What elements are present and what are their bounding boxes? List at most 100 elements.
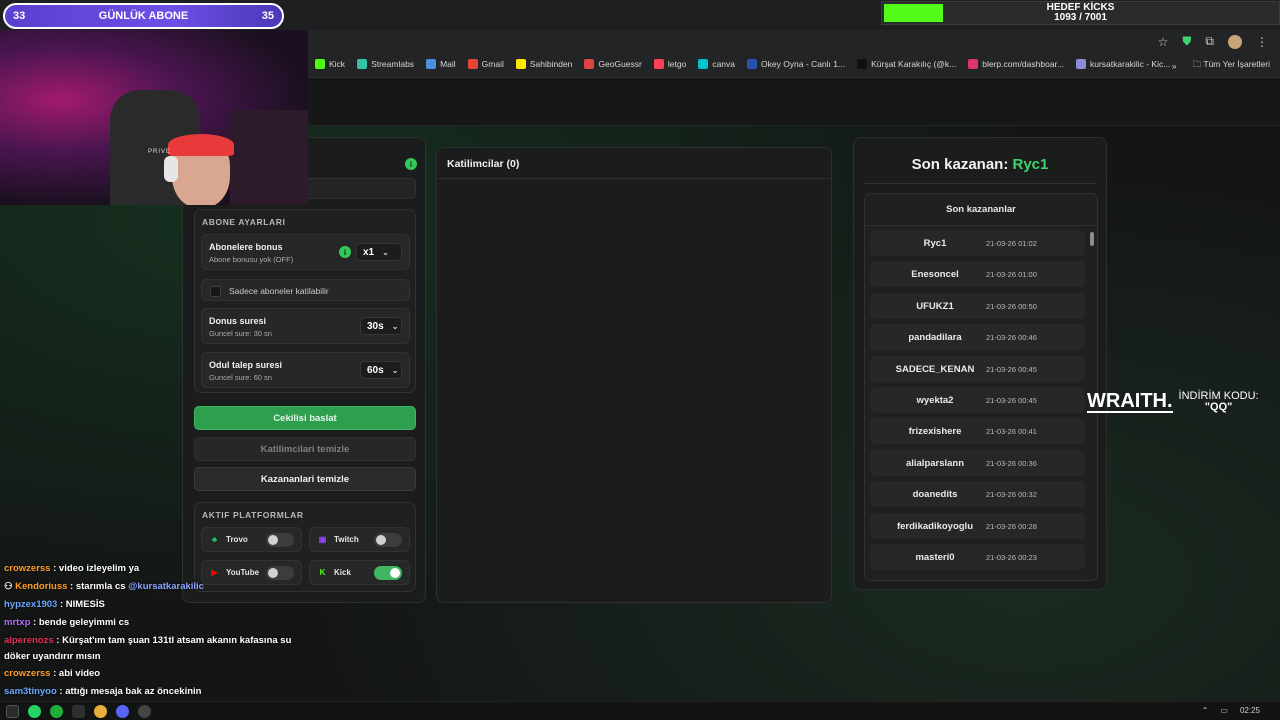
sub-bonus-select[interactable]: x1 ⌄: [356, 243, 402, 261]
bonus-time-title: Donus suresi: [209, 316, 267, 326]
toggle-knob: [268, 535, 278, 545]
chat-message: ⚇ Kendoriuss : starımla cs @kursatkaraki…: [4, 581, 204, 592]
sub-bonus-title: Abonelere bonus: [209, 242, 283, 252]
clear-winners-button[interactable]: Kazananlari temizle: [194, 467, 416, 491]
bookmark-item[interactable]: Kick: [315, 59, 345, 69]
recent-winners-list: Son kazananlar Ryc1 21-03-26 01:02 Enesonc…: [864, 193, 1098, 581]
bonus-time-select[interactable]: 30s ⌄: [360, 317, 402, 335]
settings-panel: i ABONE AYARLARI Abonelere bonus Abone b…: [182, 137, 426, 603]
explorer-icon[interactable]: [6, 705, 19, 718]
system-tray: ⌃ ▭ 02:25: [1202, 706, 1260, 715]
sponsor-overlay: WRAITH. İNDİRİM KODU: "QQ": [1087, 391, 1259, 413]
platform-toggle[interactable]: [374, 533, 402, 547]
chat-message: mrtxp : bende geleyimmi cs: [4, 617, 129, 628]
start-giveaway-button[interactable]: Cekilisi baslat: [194, 406, 416, 430]
participants-title: Katilimcilar (0): [447, 158, 520, 170]
winner-date: 21-03-26 00:46: [986, 333, 1037, 343]
profile-avatar[interactable]: [1228, 34, 1242, 49]
bookmark-item[interactable]: letgo: [653, 59, 686, 69]
platform-youtube: ▶ YouTube: [201, 560, 302, 585]
blerp-icon: [968, 59, 979, 69]
clear-participants-button[interactable]: Katilimcilari temizle: [194, 437, 416, 461]
steam-icon[interactable]: [72, 705, 85, 718]
winner-name: UFUKZ1: [916, 300, 954, 312]
winner-row: doanedits 21-03-26 00:32: [870, 481, 1085, 508]
bookmark-item[interactable]: blerp.com/dashboar...: [968, 59, 1064, 69]
taskbar-icons: [6, 705, 151, 718]
okey-icon: [747, 59, 757, 69]
platforms-section: AKTIF PLATFORMLAR ♣ Trovo ▣ Twitch ▶ YouTube K…: [194, 502, 416, 592]
platform-kick: K Kick: [309, 560, 410, 585]
sub-goal-target: 35: [261, 10, 274, 22]
winner-name: SADECE_KENAN: [895, 363, 975, 375]
winner-row: frizexishere 21-03-26 00:41: [870, 418, 1085, 445]
bookmark-item[interactable]: kursatkarakilic - Kic...: [1076, 59, 1170, 69]
chat-username: sam3tinyoo: [4, 686, 57, 697]
chat-message: crowzerss : video izleyelim ya: [4, 563, 139, 574]
bookmark-label: canva: [712, 59, 735, 69]
chat-username: crowzerss: [4, 563, 51, 574]
star-icon[interactable]: ☆: [1158, 35, 1169, 49]
winner-name: alialparslann: [905, 457, 965, 469]
bookmarks-overflow-icon[interactable]: »: [1172, 61, 1177, 71]
clock[interactable]: 02:25: [1240, 706, 1260, 715]
divider: [437, 178, 831, 179]
winners-panel: Son kazanan: Ryc1 Son kazananlar Ryc1 21-…: [853, 137, 1107, 590]
bookmarks-right: » 🗀 Tüm Yer İşaretleri: [1172, 59, 1270, 73]
platforms-title: AKTIF PLATFORMLAR: [202, 510, 304, 520]
webcam-feed: PRIVE: [0, 30, 308, 205]
winner-row: UFUKZ1 21-03-26 00:50: [870, 292, 1085, 319]
browser-menu-icon[interactable]: ⋮: [1256, 35, 1268, 49]
whatsapp-icon[interactable]: [50, 705, 63, 718]
winner-date: 21-03-26 01:00: [986, 270, 1037, 280]
only-subs-row[interactable]: Sadece aboneler katilabilir: [201, 279, 410, 301]
winner-row: alialparslann 21-03-26 00:36: [870, 449, 1085, 476]
bookmark-item[interactable]: Gmail: [467, 59, 504, 69]
kicks-goal-text: HEDEF KİCKS 1093 / 7001: [882, 3, 1279, 23]
all-bookmarks-folder[interactable]: 🗀 Tüm Yer İşaretleri: [1193, 59, 1270, 73]
bookmark-item[interactable]: canva: [698, 59, 735, 69]
giveaway-app: i ABONE AYARLARI Abonelere bonus Abone b…: [182, 137, 1108, 607]
platform-toggle[interactable]: [266, 533, 294, 547]
winner-row: pandadilara 21-03-26 00:46: [870, 324, 1085, 351]
kicks-goal-value: 1093 / 7001: [1054, 12, 1107, 23]
bonus-info-icon[interactable]: i: [339, 246, 351, 258]
kick-globe-icon: [1076, 59, 1086, 69]
platform-name: Kick: [334, 568, 351, 577]
canva-icon: [698, 59, 709, 69]
all-bookmarks-label: Tüm Yer İşaretleri: [1203, 59, 1270, 69]
streamlabs-icon: [357, 59, 368, 69]
claim-time-select[interactable]: 60s ⌄: [360, 361, 402, 379]
divider: [865, 225, 1097, 226]
bookmark-item[interactable]: GeoGuessr: [584, 59, 642, 69]
sub-bonus-row: Abonelere bonus Abone bonusu yok (OFF) i…: [201, 234, 410, 270]
spotify-icon[interactable]: [28, 705, 41, 718]
twitch-icon: ▣: [318, 535, 327, 544]
tray-chevron-icon[interactable]: ⌃: [1202, 706, 1209, 715]
last-winner-heading: Son kazanan: Ryc1: [854, 156, 1106, 173]
platform-trovo: ♣ Trovo: [201, 527, 302, 552]
chat-text: : starımla cs: [67, 581, 129, 592]
only-subs-checkbox[interactable]: [210, 286, 221, 297]
info-icon[interactable]: i: [405, 158, 417, 170]
winner-date: 21-03-26 00:45: [986, 364, 1037, 374]
network-icon[interactable]: ▭: [1220, 706, 1228, 715]
platform-toggle[interactable]: [374, 566, 402, 580]
bookmark-item[interactable]: Streamlabs: [357, 59, 414, 69]
obs-icon[interactable]: [138, 705, 151, 718]
chat-text: : NIMESİS: [57, 599, 105, 610]
bookmark-item[interactable]: Kürşat Karakılıç (@k...: [857, 59, 956, 69]
sponsor-code: İNDİRİM KODU: "QQ": [1179, 391, 1259, 413]
webcam-shelf: [230, 110, 308, 205]
shield-extension-icon[interactable]: ⛊: [1182, 34, 1191, 49]
bookmark-item[interactable]: Okey Oyna - Canlı 1...: [747, 59, 845, 69]
bookmark-item[interactable]: Mail: [426, 59, 456, 69]
extensions-icon[interactable]: ⧉: [1205, 34, 1214, 49]
discord-icon[interactable]: [116, 705, 129, 718]
bookmark-item[interactable]: Sahibinden: [515, 59, 572, 69]
chrome-icon[interactable]: [94, 705, 107, 718]
platform-toggle[interactable]: [266, 566, 294, 580]
sub-bonus-subtitle: Abone bonusu yok (OFF): [209, 255, 294, 264]
winner-date: 21-03-26 00:50: [986, 301, 1037, 311]
scrollbar-thumb[interactable]: [1090, 232, 1094, 246]
